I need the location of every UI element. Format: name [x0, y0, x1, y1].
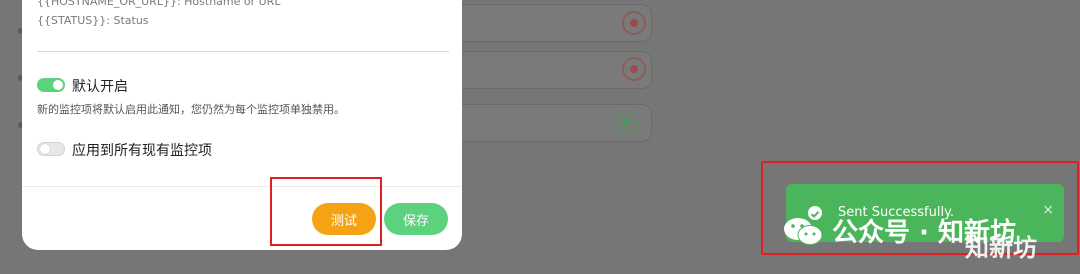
save-button[interactable]: 保存: [384, 203, 448, 235]
bg-status-down-icon: [622, 57, 646, 81]
watermark-logo: 知新坊: [965, 234, 1037, 262]
default-enabled-label: 默认开启: [72, 79, 128, 95]
apply-all-toggle[interactable]: [37, 142, 65, 156]
apply-all-label: 应用到所有现有监控项: [72, 143, 212, 159]
default-enabled-toggle[interactable]: [37, 78, 65, 92]
toggle-knob: [40, 144, 50, 154]
bg-status-down-icon: [622, 11, 646, 35]
toggle-knob: [53, 80, 63, 90]
bg-monitor-row: [440, 51, 652, 89]
footer-divider: [22, 186, 462, 187]
default-enabled-description: 新的监控项将默认启用此通知，您仍然为每个监控项单独禁用。: [37, 103, 345, 116]
notification-settings-modal: {{HOSTNAME_OR_URL}}: Hostname or URL {{S…: [22, 0, 462, 250]
bg-status-up-icon: [613, 110, 637, 134]
divider: [37, 51, 449, 52]
hint-hostname: {{HOSTNAME_OR_URL}}: Hostname or URL: [37, 0, 281, 8]
test-button-highlight: [270, 177, 382, 246]
hint-status: {{STATUS}}: Status: [37, 14, 149, 27]
bg-monitor-row: [440, 4, 652, 42]
wechat-logo-icon: [782, 216, 824, 246]
